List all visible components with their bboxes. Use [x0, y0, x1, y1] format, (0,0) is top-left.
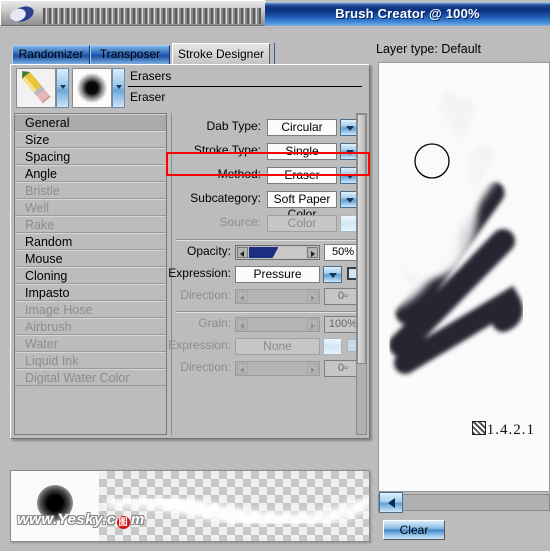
- dab_type-label: Dab Type:: [206, 119, 261, 133]
- dab_type-value[interactable]: Circular: [267, 119, 337, 136]
- brush-category-name: Erasers: [130, 69, 172, 83]
- soft-round-dab-icon[interactable]: [72, 68, 112, 108]
- slider-right-arrow[interactable]: [307, 291, 318, 302]
- source-label: Source:: [219, 215, 261, 229]
- slider-left-arrow[interactable]: [237, 247, 248, 258]
- figure-box-icon: [471, 421, 486, 435]
- brush-variant-name: Eraser: [130, 90, 166, 104]
- slider-left-arrow[interactable]: [237, 291, 248, 302]
- category-item-rake: Rake: [15, 216, 166, 233]
- grain-label: Grain:: [198, 316, 231, 330]
- grain_expression-value: None: [235, 338, 320, 355]
- category-item-liquid-ink: Liquid Ink: [15, 352, 166, 369]
- canvas-horizontal-scrollbar[interactable]: [378, 494, 550, 511]
- tab-transposer[interactable]: Transposer: [90, 45, 170, 64]
- grain_expression-chevron-down-icon: [323, 338, 342, 355]
- category-item-image-hose: Image Hose: [15, 301, 166, 318]
- subcategory-value[interactable]: Soft Paper Color: [267, 191, 337, 221]
- stroke-designer-panel: Erasers Eraser General Size Spacing Angle Br…: [10, 64, 370, 439]
- pencil-eraser-icon[interactable]: [16, 68, 56, 108]
- category-item-impasto[interactable]: Impasto: [15, 284, 166, 301]
- stroke-preview-curve: [104, 492, 369, 530]
- watermark: www.Yesky.c 图 m: [17, 511, 145, 529]
- brush-creator-window: Brush Creator @ 100% Randomizer Transpos…: [0, 0, 550, 551]
- watermark-suffix: m: [130, 511, 145, 528]
- slider-right-arrow[interactable]: [307, 319, 318, 330]
- slider-right-arrow[interactable]: [307, 363, 318, 374]
- section-divider: [176, 239, 356, 241]
- category-item-bristle: Bristle: [15, 182, 166, 199]
- opacity_expression-label: Expression:: [168, 266, 231, 280]
- stroke_type-value[interactable]: Single: [267, 143, 337, 160]
- subcategory-label: Subcategory:: [190, 191, 261, 205]
- figure-number: 1.4.2.1: [471, 421, 535, 439]
- method-label: Method:: [217, 167, 261, 181]
- title-bar: Brush Creator @ 100%: [0, 0, 550, 28]
- brush-name-divider: [128, 86, 362, 87]
- opacity_expression-value[interactable]: Pressure: [235, 266, 320, 283]
- slider-left-arrow[interactable]: [237, 319, 248, 330]
- category-item-spacing[interactable]: Spacing: [15, 148, 166, 165]
- slider-right-arrow[interactable]: [307, 247, 318, 258]
- slider-trough: [249, 291, 306, 302]
- grain_direction-label: Direction:: [180, 360, 231, 374]
- dab-preview: [11, 471, 99, 541]
- grain_direction-slider: [235, 361, 320, 376]
- stroke_type-label: Stroke Type:: [193, 143, 261, 157]
- slider-thumb[interactable]: [271, 248, 284, 259]
- tab-trailing-edge: [270, 43, 275, 64]
- controls-column: Dab Type: Circular Stroke Type: Single Metho…: [168, 113, 362, 435]
- slider-trough: [249, 363, 306, 374]
- opacity_direction-slider: [235, 289, 320, 304]
- tab-stroke-designer[interactable]: Stroke Designer: [172, 43, 270, 64]
- chevron-left-icon[interactable]: [379, 492, 403, 513]
- brush-variant-chevron-down-icon[interactable]: [112, 68, 125, 108]
- category-item-random[interactable]: Random: [15, 233, 166, 250]
- category-item-cloning[interactable]: Cloning: [15, 267, 166, 284]
- category-item-general[interactable]: General: [15, 114, 166, 131]
- category-item-water: Water: [15, 335, 166, 352]
- grabber-ridges: [43, 8, 261, 24]
- category-item-airbrush: Airbrush: [15, 318, 166, 335]
- painter-brush-icon: [10, 6, 34, 26]
- watermark-prefix: www.Yesky.c: [17, 511, 116, 528]
- method-value[interactable]: Eraser: [267, 167, 337, 184]
- grain-slider: [235, 317, 320, 332]
- window-title: Brush Creator @ 100%: [335, 6, 480, 21]
- clear-button[interactable]: Clear: [383, 520, 445, 540]
- category-item-angle[interactable]: Angle: [15, 165, 166, 182]
- source-value: Color: [267, 215, 337, 232]
- opacity_expression-chevron-down-icon[interactable]: [323, 266, 342, 283]
- window-grabber[interactable]: [0, 0, 268, 26]
- scrollbar-thumb[interactable]: [357, 114, 366, 364]
- stroke-preview: [99, 471, 369, 541]
- panel-scrollbar[interactable]: [356, 113, 367, 435]
- opacity-slider[interactable]: [235, 245, 320, 260]
- category-item-well: Well: [15, 199, 166, 216]
- opacity-label: Opacity:: [186, 244, 231, 258]
- section-divider: [176, 311, 356, 313]
- category-item-digital-water-color: Digital Water Color: [15, 369, 166, 386]
- watermark-logo-icon: 图: [116, 516, 130, 529]
- grain_expression-label: Expression:: [168, 338, 231, 352]
- tab-randomizer[interactable]: Randomizer: [12, 45, 90, 64]
- title-underline: [0, 26, 550, 28]
- brush-preview-strip: www.Yesky.c 图 m: [10, 470, 370, 542]
- stroke-canvas[interactable]: 1.4.2.1: [378, 62, 550, 492]
- brush-category-chevron-down-icon[interactable]: [56, 68, 69, 108]
- category-list[interactable]: General Size Spacing Angle Bristle Well Rake Ra…: [14, 113, 167, 435]
- layer-type-label: Layer type: Default: [376, 42, 481, 56]
- category-item-mouse[interactable]: Mouse: [15, 250, 166, 267]
- category-item-size[interactable]: Size: [15, 131, 166, 148]
- opacity_direction-label: Direction:: [180, 288, 231, 302]
- slider-trough: [249, 319, 306, 330]
- slider-left-arrow[interactable]: [237, 363, 248, 374]
- brush-selector-strip: Erasers Eraser: [14, 68, 364, 110]
